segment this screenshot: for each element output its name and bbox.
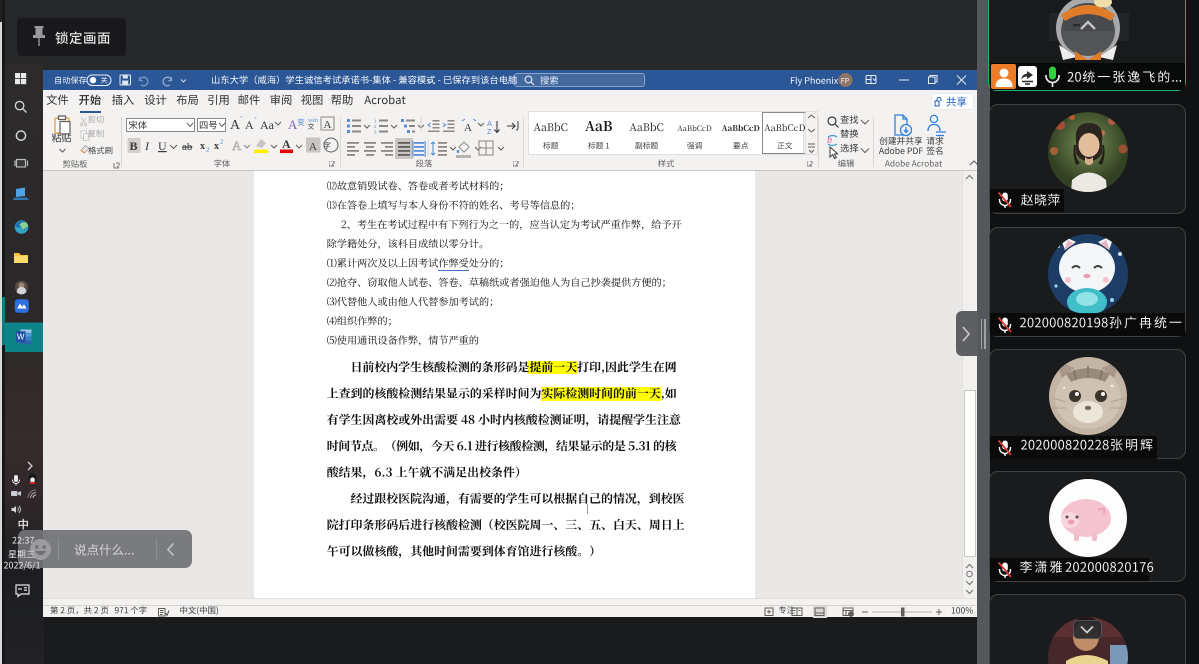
svg-text:A: A <box>324 119 332 131</box>
svg-text:wén: wén <box>308 118 318 124</box>
svg-text:I: I <box>144 139 150 153</box>
svg-text:3: 3 <box>374 130 377 135</box>
svg-text:A: A <box>245 118 254 132</box>
svg-text:Aa: Aa <box>260 118 275 132</box>
svg-text:A: A <box>309 141 317 153</box>
svg-text:B: B <box>130 139 138 153</box>
svg-text:U: U <box>158 139 167 153</box>
svg-text:ˆ: ˆ <box>240 115 243 124</box>
svg-text:A: A <box>464 122 472 134</box>
svg-text:2: 2 <box>206 146 210 154</box>
svg-text:A: A <box>232 138 242 153</box>
svg-text:x: x <box>214 141 219 152</box>
svg-text:ˇ: ˇ <box>254 116 257 125</box>
svg-text:1: 1 <box>374 119 377 124</box>
svg-text:2: 2 <box>220 138 224 146</box>
svg-text:A: A <box>282 137 291 151</box>
svg-text:ab: ab <box>182 141 193 153</box>
svg-text:W: W <box>17 333 25 342</box>
svg-text:A: A <box>288 117 298 132</box>
svg-text:2: 2 <box>374 124 377 129</box>
svg-text:Z: Z <box>487 127 492 136</box>
svg-text:x: x <box>200 141 205 152</box>
